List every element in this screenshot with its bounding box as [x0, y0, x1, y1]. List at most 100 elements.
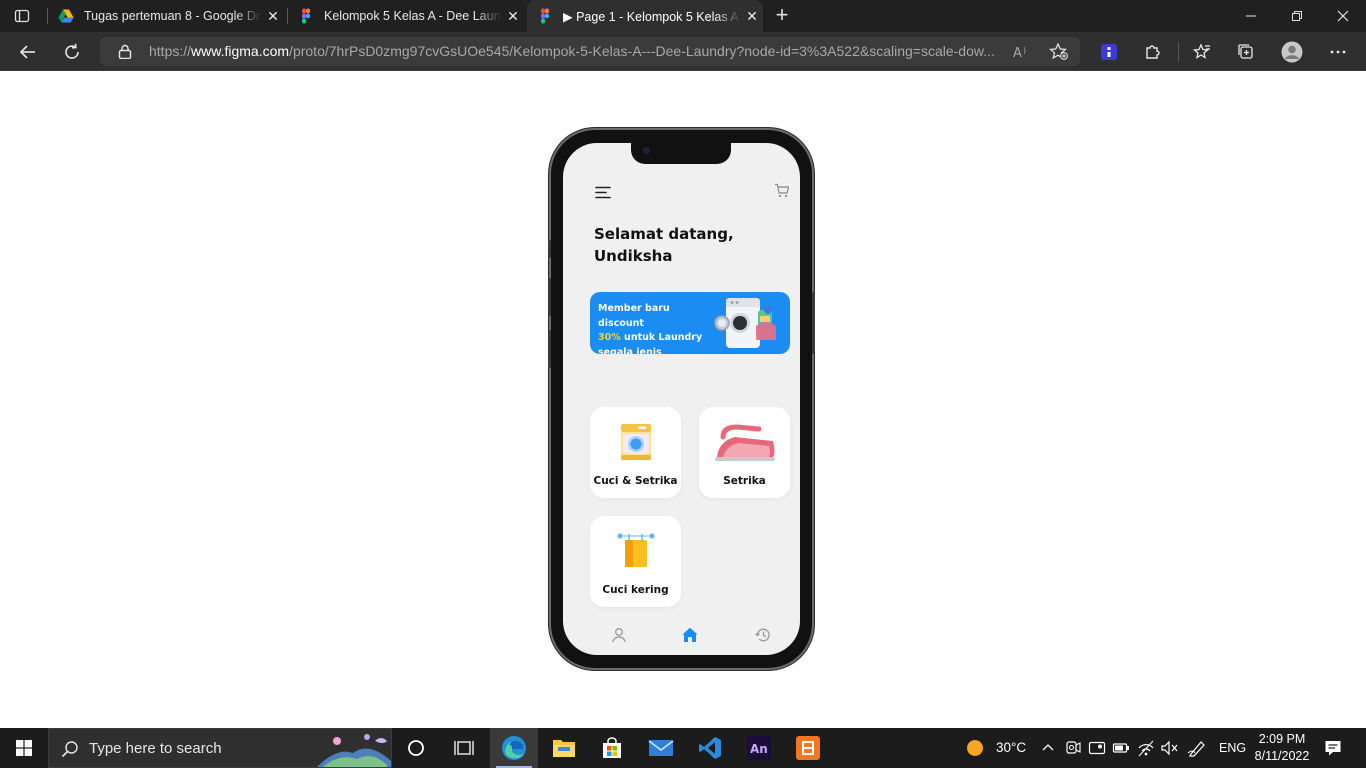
service-card-cuci-setrika[interactable]: Cuci & Setrika	[590, 407, 681, 498]
profile-button[interactable]	[1277, 38, 1307, 66]
wifi-icon[interactable]	[1137, 739, 1155, 757]
promo-banner[interactable]: Member baru discount 30% untuk Laundry s…	[590, 292, 790, 354]
notification-icon[interactable]	[1324, 739, 1342, 757]
webcam-icon[interactable]	[1065, 739, 1081, 757]
task-view-icon	[454, 741, 474, 755]
tab-title: Kelompok 5 Kelas A - Dee Laund	[324, 9, 502, 23]
tab-actions-icon[interactable]	[10, 6, 34, 26]
restore-button[interactable]	[1274, 0, 1320, 32]
close-tab-icon[interactable]: ✕	[502, 8, 524, 25]
refresh-button[interactable]	[57, 38, 87, 66]
promo-line-rest: untuk Laundry	[620, 332, 703, 343]
taskbar-xampp[interactable]	[784, 728, 832, 768]
extension-button[interactable]	[1094, 38, 1124, 66]
service-card-setrika[interactable]: Setrika	[699, 407, 790, 498]
edge-browser-icon	[502, 736, 526, 760]
pen-workspace-icon[interactable]	[1187, 739, 1207, 757]
close-tab-icon[interactable]: ✕	[262, 8, 284, 25]
browser-toolbar: https://www.figma.com/proto/7hrPsD0zmg97…	[0, 32, 1366, 71]
more-horizontal-icon	[1330, 50, 1346, 54]
start-button[interactable]	[0, 728, 48, 768]
mail-icon	[648, 740, 674, 756]
arrow-left-icon	[19, 45, 35, 59]
screen-record-icon[interactable]	[1088, 739, 1106, 757]
taskbar-search-box[interactable]: Type here to search	[48, 728, 392, 768]
collections-button[interactable]	[1231, 38, 1261, 66]
tab-figma-prototype[interactable]: ▶ Page 1 - Kelompok 5 Kelas A - ✕	[527, 0, 763, 32]
input-language[interactable]: ENG	[1219, 741, 1246, 755]
phone-side-button	[548, 240, 551, 258]
cortana-button[interactable]	[396, 728, 436, 768]
close-icon	[1337, 10, 1349, 22]
cart-icon[interactable]	[774, 183, 790, 198]
washing-machine-illustration	[714, 298, 776, 348]
extensions-button[interactable]	[1138, 38, 1168, 66]
promo-line: 30% untuk Laundry	[598, 331, 718, 346]
windows-logo-icon	[16, 740, 32, 756]
taskbar-edge[interactable]	[490, 728, 538, 768]
service-label: Setrika	[723, 475, 766, 487]
search-placeholder: Type here to search	[89, 740, 222, 757]
close-window-button[interactable]	[1320, 0, 1366, 32]
search-icon	[61, 741, 78, 758]
add-favorite-icon[interactable]	[1049, 43, 1069, 61]
chevron-up-icon[interactable]	[1042, 742, 1054, 752]
greeting-heading: Selamat datang, Undiksha	[594, 223, 774, 267]
back-button[interactable]	[13, 38, 43, 66]
taskbar-mail[interactable]	[637, 728, 685, 768]
washing-machine-icon	[621, 424, 651, 460]
clock[interactable]: 2:09 PM 8/11/2022	[1250, 731, 1314, 765]
store-icon	[603, 737, 621, 758]
profile-icon[interactable]	[610, 626, 628, 644]
phone-side-button	[548, 278, 551, 316]
front-camera	[643, 147, 650, 154]
promo-discount: 30%	[598, 332, 621, 343]
lock-icon[interactable]	[118, 44, 132, 59]
settings-more-button[interactable]	[1323, 38, 1353, 66]
figma-icon	[302, 8, 311, 24]
taskbar-animate[interactable]: An	[735, 728, 783, 768]
minimize-button[interactable]	[1228, 0, 1274, 32]
read-aloud-icon[interactable]: A)	[1013, 44, 1031, 60]
taskbar-file-explorer[interactable]	[540, 728, 588, 768]
puzzle-icon	[1146, 45, 1160, 59]
tab-figma-file[interactable]: Kelompok 5 Kelas A - Dee Laund ✕	[288, 0, 524, 32]
battery-icon[interactable]	[1112, 739, 1130, 757]
tab-google-drive[interactable]: Tugas pertemuan 8 - Google Dri ✕	[48, 0, 284, 32]
promo-line: Member baru discount	[598, 303, 670, 329]
user-name: Undiksha	[594, 247, 673, 265]
folder-icon	[553, 740, 575, 757]
address-bar[interactable]: https://www.figma.com/proto/7hrPsD0zmg97…	[100, 37, 1080, 66]
google-drive-icon	[58, 9, 74, 23]
new-tab-button[interactable]: +	[770, 4, 794, 28]
promo-line: segala jenis	[598, 346, 662, 355]
home-icon[interactable]	[681, 626, 699, 644]
dryer-icon	[617, 533, 655, 567]
svg-text:A: A	[1013, 46, 1022, 60]
weather-sun-icon[interactable]	[966, 739, 984, 757]
vscode-icon	[699, 737, 721, 759]
history-icon[interactable]	[754, 626, 772, 644]
service-label: Cuci & Setrika	[593, 475, 678, 487]
task-view-button[interactable]	[444, 728, 484, 768]
figma-icon	[541, 8, 550, 24]
service-card-cuci-kering[interactable]: Cuci kering	[590, 516, 681, 607]
favorites-button[interactable]	[1187, 38, 1217, 66]
taskbar-vscode[interactable]	[686, 728, 734, 768]
url-path: /proto/7hrPsD0zmg97cvGsUOe545/Kelompok-5…	[289, 43, 995, 59]
url-text[interactable]: https://www.figma.com/proto/7hrPsD0zmg97…	[149, 43, 1009, 59]
minimize-icon	[1246, 15, 1256, 17]
hamburger-menu-icon[interactable]	[595, 186, 611, 199]
svg-text:An: An	[750, 742, 768, 756]
weather-temperature[interactable]: 30°C	[996, 740, 1026, 755]
clock-date: 8/11/2022	[1254, 749, 1310, 763]
taskbar-store[interactable]	[588, 728, 636, 768]
greeting-line: Selamat datang,	[594, 225, 734, 243]
avatar-icon	[1281, 41, 1303, 63]
xampp-icon	[796, 736, 820, 760]
iron-icon	[715, 424, 775, 461]
extension-logo-icon	[1101, 44, 1117, 60]
svg-text:): )	[1023, 46, 1026, 55]
close-tab-icon[interactable]: ✕	[741, 8, 763, 25]
volume-muted-icon[interactable]	[1160, 739, 1178, 757]
